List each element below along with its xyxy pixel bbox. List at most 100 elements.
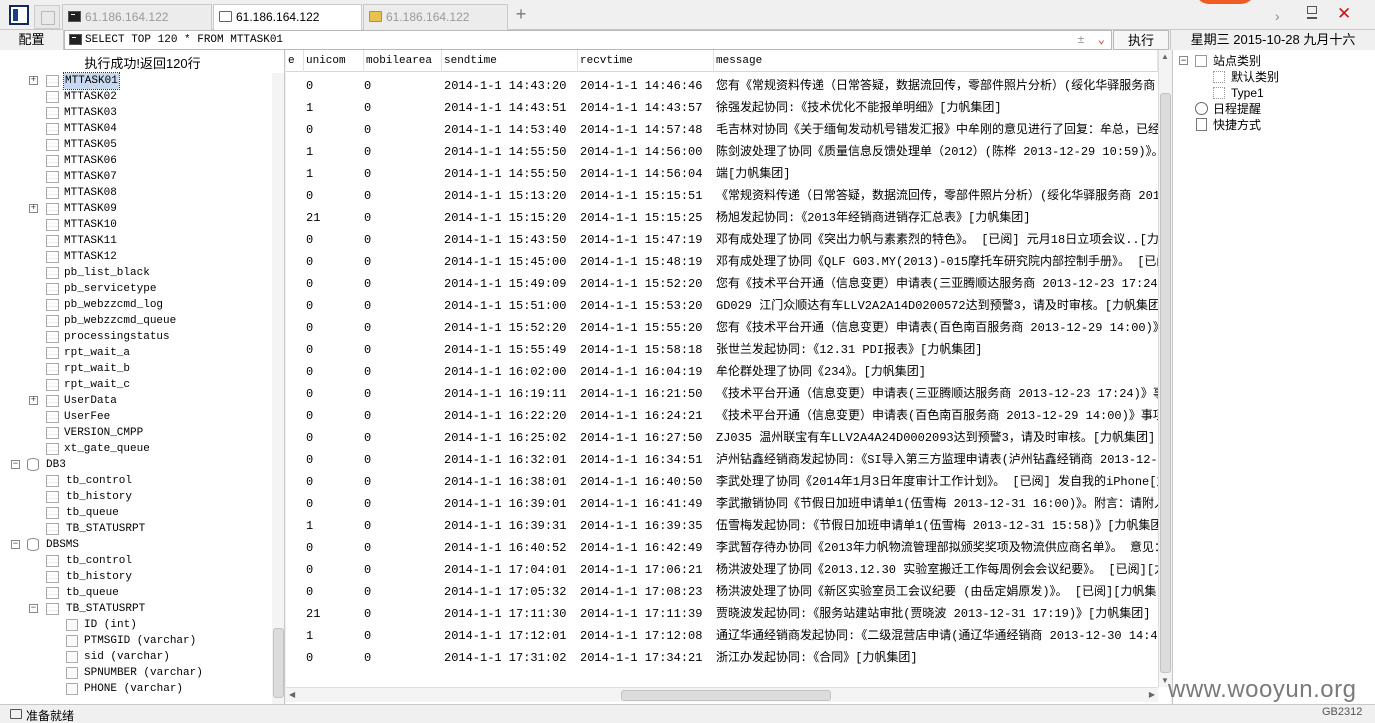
table-cell: 2014-1-1 15:15:20	[444, 211, 567, 225]
tab-sql[interactable]: 61.186.164.122	[213, 4, 362, 31]
table-icon	[46, 411, 59, 423]
grid-vertical-scrollbar[interactable]: ▲ ▼	[1158, 50, 1171, 687]
grid-horizontal-thumb[interactable]	[621, 690, 831, 701]
table-row[interactable]: 21 0 2014-1-1 15:15:20 2014-1-1 15:15:25 杨旭发…	[286, 207, 1158, 229]
collapse-icon[interactable]: −	[29, 604, 38, 613]
scroll-up-icon[interactable]: ▲	[1161, 52, 1169, 61]
chevron-down-icon[interactable]: ⌄	[1098, 33, 1105, 47]
column-header[interactable]: e	[286, 50, 304, 72]
app-menu-button[interactable]	[9, 5, 29, 25]
restore-icon[interactable]	[1307, 6, 1317, 14]
sql-input[interactable]: SELECT TOP 120 * FROM MTTASK01 ± ⌄	[64, 30, 1112, 50]
table-row[interactable]: 0 0 2014-1-1 16:39:01 2014-1-1 16:41:49 李武撤销…	[286, 493, 1158, 515]
table-row[interactable]: 0 0 2014-1-1 16:02:00 2014-1-1 16:04:19 牟伦群处…	[286, 361, 1158, 383]
table-row[interactable]: 0 0 2014-1-1 17:05:32 2014-1-1 17:08:23 杨洪波处…	[286, 581, 1158, 603]
table-cell: 0	[364, 277, 372, 291]
table-cell: 0	[306, 79, 314, 93]
table-row[interactable]: 1 0 2014-1-1 14:55:50 2014-1-1 14:56:00 陈剑波处…	[286, 141, 1158, 163]
table-row[interactable]: 1 0 2014-1-1 14:43:51 2014-1-1 14:43:57 徐强发起…	[286, 97, 1158, 119]
table-row[interactable]: 0 0 2014-1-1 15:52:20 2014-1-1 15:55:20 您有《技…	[286, 317, 1158, 339]
table-icon	[46, 219, 59, 231]
tree-scroll-thumb[interactable]	[273, 628, 284, 698]
grid-body: 0 0 2014-1-1 14:43:20 2014-1-1 14:46:46 您有《常…	[286, 75, 1158, 687]
table-row[interactable]: 21 0 2014-1-1 17:11:30 2014-1-1 17:11:39 贾晓波…	[286, 603, 1158, 625]
table-row[interactable]: 0 0 2014-1-1 16:40:52 2014-1-1 16:42:49 李武暂存…	[286, 537, 1158, 559]
table-row[interactable]: 1 0 2014-1-1 16:39:31 2014-1-1 16:39:35 伍雪梅发…	[286, 515, 1158, 537]
column-header[interactable]: recvtime	[578, 50, 714, 72]
column-header[interactable]: sendtime	[442, 50, 578, 72]
table-row[interactable]: 0 0 2014-1-1 15:49:09 2014-1-1 15:52:20 您有《技…	[286, 273, 1158, 295]
tree-node-label: tb_control	[66, 555, 133, 567]
table-row[interactable]: 0 0 2014-1-1 17:31:02 2014-1-1 17:34:21 浙江办发…	[286, 647, 1158, 669]
scroll-left-icon[interactable]: ◀	[289, 690, 295, 699]
table-row[interactable]: 1 0 2014-1-1 17:12:01 2014-1-1 17:12:08 通辽华通…	[286, 625, 1158, 647]
config-button[interactable]: 配置	[0, 30, 64, 50]
scroll-right-icon[interactable]: ▶	[1149, 690, 1155, 699]
table-row[interactable]: 0 0 2014-1-1 15:45:00 2014-1-1 15:48:19 邓有成处…	[286, 251, 1158, 273]
expand-icon[interactable]: +	[29, 396, 38, 405]
table-cell: 贾晓波发起协同:《服务站建站审批(贾晓波 2013-12-31 17:19)》[…	[716, 607, 1151, 621]
table-cell: 0	[306, 563, 314, 577]
table-row[interactable]: 0 0 2014-1-1 15:13:20 2014-1-1 15:15:51 《常规资…	[286, 185, 1158, 207]
table-cell: 0	[364, 431, 372, 445]
column-header[interactable]: mobilearea	[364, 50, 442, 72]
table-cell: 2014-1-1 15:52:20	[580, 277, 703, 291]
table-cell: 杨旭发起协同:《2013年经销商进销存汇总表》[力帆集团]	[716, 211, 1031, 225]
table-cell: 杨洪波处理了协同《2013.12.30 实验室搬迁工作每周例会会议纪要》。 [已…	[716, 563, 1158, 577]
table-cell: 2014-1-1 16:38:01	[444, 475, 567, 489]
tree-node-label: UserFee	[64, 411, 111, 423]
collapse-icon[interactable]: −	[11, 540, 20, 549]
expand-icon[interactable]: +	[29, 76, 38, 85]
table-cell: 1	[306, 519, 314, 533]
table-row[interactable]: 0 0 2014-1-1 16:22:20 2014-1-1 16:24:21 《技术平…	[286, 405, 1158, 427]
chevron-right-icon[interactable]: ›	[1275, 8, 1280, 24]
tree-node-label: sid (varchar)	[84, 651, 170, 663]
tree-scrollbar[interactable]	[272, 73, 284, 704]
column-icon	[66, 683, 78, 695]
table-row[interactable]: 0 0 2014-1-1 16:19:11 2014-1-1 16:21:50 《技术平…	[286, 383, 1158, 405]
tab-terminal[interactable]: 61.186.164.122	[62, 4, 212, 30]
status-bar: 准备就绪	[0, 704, 1375, 723]
new-tab-button[interactable]: +	[513, 5, 529, 23]
table-row[interactable]: 0 0 2014-1-1 15:55:49 2014-1-1 15:58:18 张世兰发…	[286, 339, 1158, 361]
expand-icon[interactable]: +	[29, 204, 38, 213]
table-row[interactable]: 0 0 2014-1-1 16:38:01 2014-1-1 16:40:50 李武处理…	[286, 471, 1158, 493]
table-cell: 李武暂存待办协同《2013年力帆物流管理部拟颁奖奖项及物流供应商名单》。 意见：	[716, 541, 1158, 555]
tab-bar: 61.186.164.122 61.186.164.122 61.186.164…	[0, 0, 1375, 31]
table-cell: 《技术平台开通（信息变更）申请表(百色南百服务商 2013-12-29 14:0…	[716, 409, 1158, 423]
table-row[interactable]: 0 0 2014-1-1 16:32:01 2014-1-1 16:34:51 泸州钻鑫…	[286, 449, 1158, 471]
table-cell: 2014-1-1 16:42:49	[580, 541, 703, 555]
blank-tab-icon[interactable]	[34, 5, 60, 29]
close-icon[interactable]: ✕	[1337, 4, 1351, 24]
table-row[interactable]: 0 0 2014-1-1 14:53:40 2014-1-1 14:57:48 毛吉林对…	[286, 119, 1158, 141]
collapse-icon[interactable]: −	[11, 460, 20, 469]
table-cell: 0	[306, 651, 314, 665]
plus-minus-icon[interactable]: ±	[1077, 33, 1084, 47]
table-cell: 0	[306, 387, 314, 401]
column-header[interactable]: message	[714, 50, 1158, 72]
table-row[interactable]: 0 0 2014-1-1 16:25:02 2014-1-1 16:27:50 ZJ03…	[286, 427, 1158, 449]
grid-horizontal-scrollbar[interactable]: ◀ ▶	[286, 687, 1158, 702]
table-row[interactable]: 0 0 2014-1-1 17:04:01 2014-1-1 17:06:21 杨洪波处…	[286, 559, 1158, 581]
table-icon	[46, 331, 59, 343]
tree-node-label: TB_STATUSRPT	[66, 603, 146, 615]
table-row[interactable]: 0 0 2014-1-1 14:43:20 2014-1-1 14:46:46 您有《常…	[286, 75, 1158, 97]
table-row[interactable]: 0 0 2014-1-1 15:51:00 2014-1-1 15:53:20 GD02…	[286, 295, 1158, 317]
table-icon	[46, 603, 59, 615]
side-item-label: Type1	[1231, 86, 1264, 100]
execute-button[interactable]: 执行	[1113, 30, 1169, 50]
collapse-icon[interactable]: −	[1179, 56, 1188, 65]
minimize-icon[interactable]	[1307, 17, 1317, 19]
table-cell: 李武处理了协同《2014年1月3日年度审计工作计划》。 [已阅] 发自我的iPh…	[716, 475, 1158, 489]
table-row[interactable]: 0 0 2014-1-1 15:43:50 2014-1-1 15:47:19 邓有成处…	[286, 229, 1158, 251]
table-row[interactable]: 1 0 2014-1-1 14:55:50 2014-1-1 14:56:04 端[力帆…	[286, 163, 1158, 185]
sql-tools: ± ⌄	[1077, 31, 1105, 49]
table-cell: 通辽华通经销商发起协同:《二级混营店申请(通辽华通经销商 2013-12-30 …	[716, 629, 1158, 643]
grid-vertical-thumb[interactable]	[1160, 93, 1171, 673]
table-icon	[46, 75, 59, 87]
column-header[interactable]: unicom	[304, 50, 364, 72]
table-cell: 1	[306, 629, 314, 643]
table-cell: 0	[364, 497, 372, 511]
folder-icon	[1213, 71, 1225, 83]
tab-files[interactable]: 61.186.164.122	[363, 4, 508, 30]
